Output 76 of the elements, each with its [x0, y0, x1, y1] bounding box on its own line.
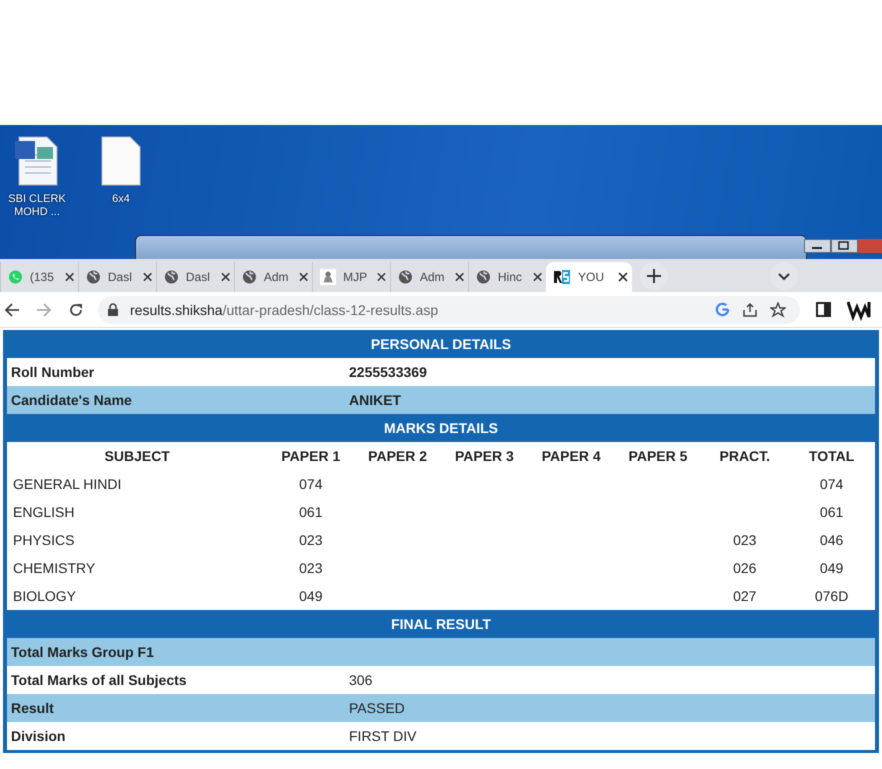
close-icon[interactable]	[377, 272, 386, 282]
close-icon[interactable]	[64, 272, 74, 282]
table-cell-text: 027	[732, 588, 758, 604]
field-label: Division	[10, 728, 66, 744]
star-icon[interactable]	[770, 302, 786, 318]
lock-icon	[108, 303, 118, 316]
globe-icon	[242, 269, 257, 285]
field-value: 2255533369	[349, 364, 427, 380]
close-icon[interactable]	[454, 272, 464, 282]
table-cell-text: PHYSICS	[12, 532, 76, 548]
tab-title: Adm	[264, 270, 290, 284]
column-header: SUBJECT	[104, 448, 171, 464]
table-cell-text: 049	[298, 588, 324, 604]
field-label: Candidate's Name	[10, 392, 133, 408]
column-header: PRACT.	[718, 448, 772, 464]
new-tab-icon[interactable]	[640, 262, 668, 290]
file-icon[interactable]	[100, 135, 142, 187]
browser-tab[interactable]: YOU	[546, 262, 632, 292]
profile-icon[interactable]	[847, 298, 871, 320]
globe-icon	[164, 269, 179, 285]
close-icon[interactable]	[142, 272, 152, 282]
tab-title: Dasl	[186, 270, 211, 284]
file-name[interactable]: 6x4	[91, 193, 151, 206]
share-icon[interactable]	[742, 302, 758, 318]
google-icon[interactable]	[715, 302, 730, 317]
window-controls-icon[interactable]	[804, 239, 882, 253]
table-cell-text: ENGLISH	[12, 504, 76, 520]
table-cell-text: 023	[298, 560, 324, 576]
field-value: 306	[349, 672, 372, 688]
table-cell-text: 076D	[814, 588, 850, 604]
field-value: ANIKET	[349, 392, 402, 408]
close-icon[interactable]	[532, 272, 542, 282]
field-label: Total Marks of all Subjects	[10, 672, 188, 688]
chevron-down-icon[interactable]	[770, 262, 798, 290]
column-header: PAPER 5	[628, 448, 688, 464]
table-cell-text: 023	[732, 532, 758, 548]
field-label: Result	[10, 700, 55, 716]
table-cell-text: 061	[298, 504, 324, 520]
table-cell-text: 049	[818, 560, 844, 576]
field-label: Roll Number	[10, 364, 96, 380]
tab-title: Hinc	[498, 270, 523, 284]
tab-title: Dasl	[108, 270, 133, 284]
column-header: PAPER 4	[540, 448, 602, 464]
site-logo-icon	[553, 269, 571, 285]
close-icon[interactable]	[298, 272, 308, 282]
table-cell-text: 074	[818, 476, 844, 492]
chat-icon	[8, 269, 23, 285]
tab-title: (135	[30, 270, 55, 284]
globe-icon	[86, 269, 101, 285]
tab-title: YOU	[578, 270, 606, 284]
column-header: PAPER 2	[367, 448, 428, 464]
table-cell-text: GENERAL HINDI	[12, 476, 122, 492]
table-cell-text: 061	[818, 504, 844, 520]
table-cell-text: 046	[818, 532, 844, 548]
side-panel-icon[interactable]	[816, 302, 831, 317]
back-icon[interactable]	[4, 302, 20, 318]
close-icon[interactable]	[220, 272, 230, 282]
file-name[interactable]: SBI CLERK MOHD ...	[7, 193, 67, 219]
column-header: TOTAL	[808, 448, 856, 464]
globe-icon	[398, 269, 413, 285]
column-header: PAPER 1	[280, 448, 342, 464]
field-label: Total Marks Group F1	[10, 644, 155, 660]
table-cell-text: 074	[298, 476, 324, 492]
table-cell-text: CHEMISTRY	[12, 560, 96, 576]
table-cell-text: BIOLOGY	[12, 588, 78, 604]
table-cell-text: 026	[732, 560, 758, 576]
globe-icon	[476, 269, 491, 285]
field-value: FIRST DIV	[349, 728, 416, 744]
tab-title: Adm	[420, 270, 446, 284]
table-cell-text: 023	[298, 532, 324, 548]
field-value: PASSED	[349, 700, 405, 716]
address-field[interactable]: results.shiksha/uttar-pradesh/class-12-results.asp	[98, 296, 800, 324]
close-icon[interactable]	[618, 272, 628, 282]
reload-icon[interactable]	[68, 302, 84, 318]
tab-title: MJP	[343, 270, 368, 284]
column-header: PAPER 3	[454, 448, 515, 464]
